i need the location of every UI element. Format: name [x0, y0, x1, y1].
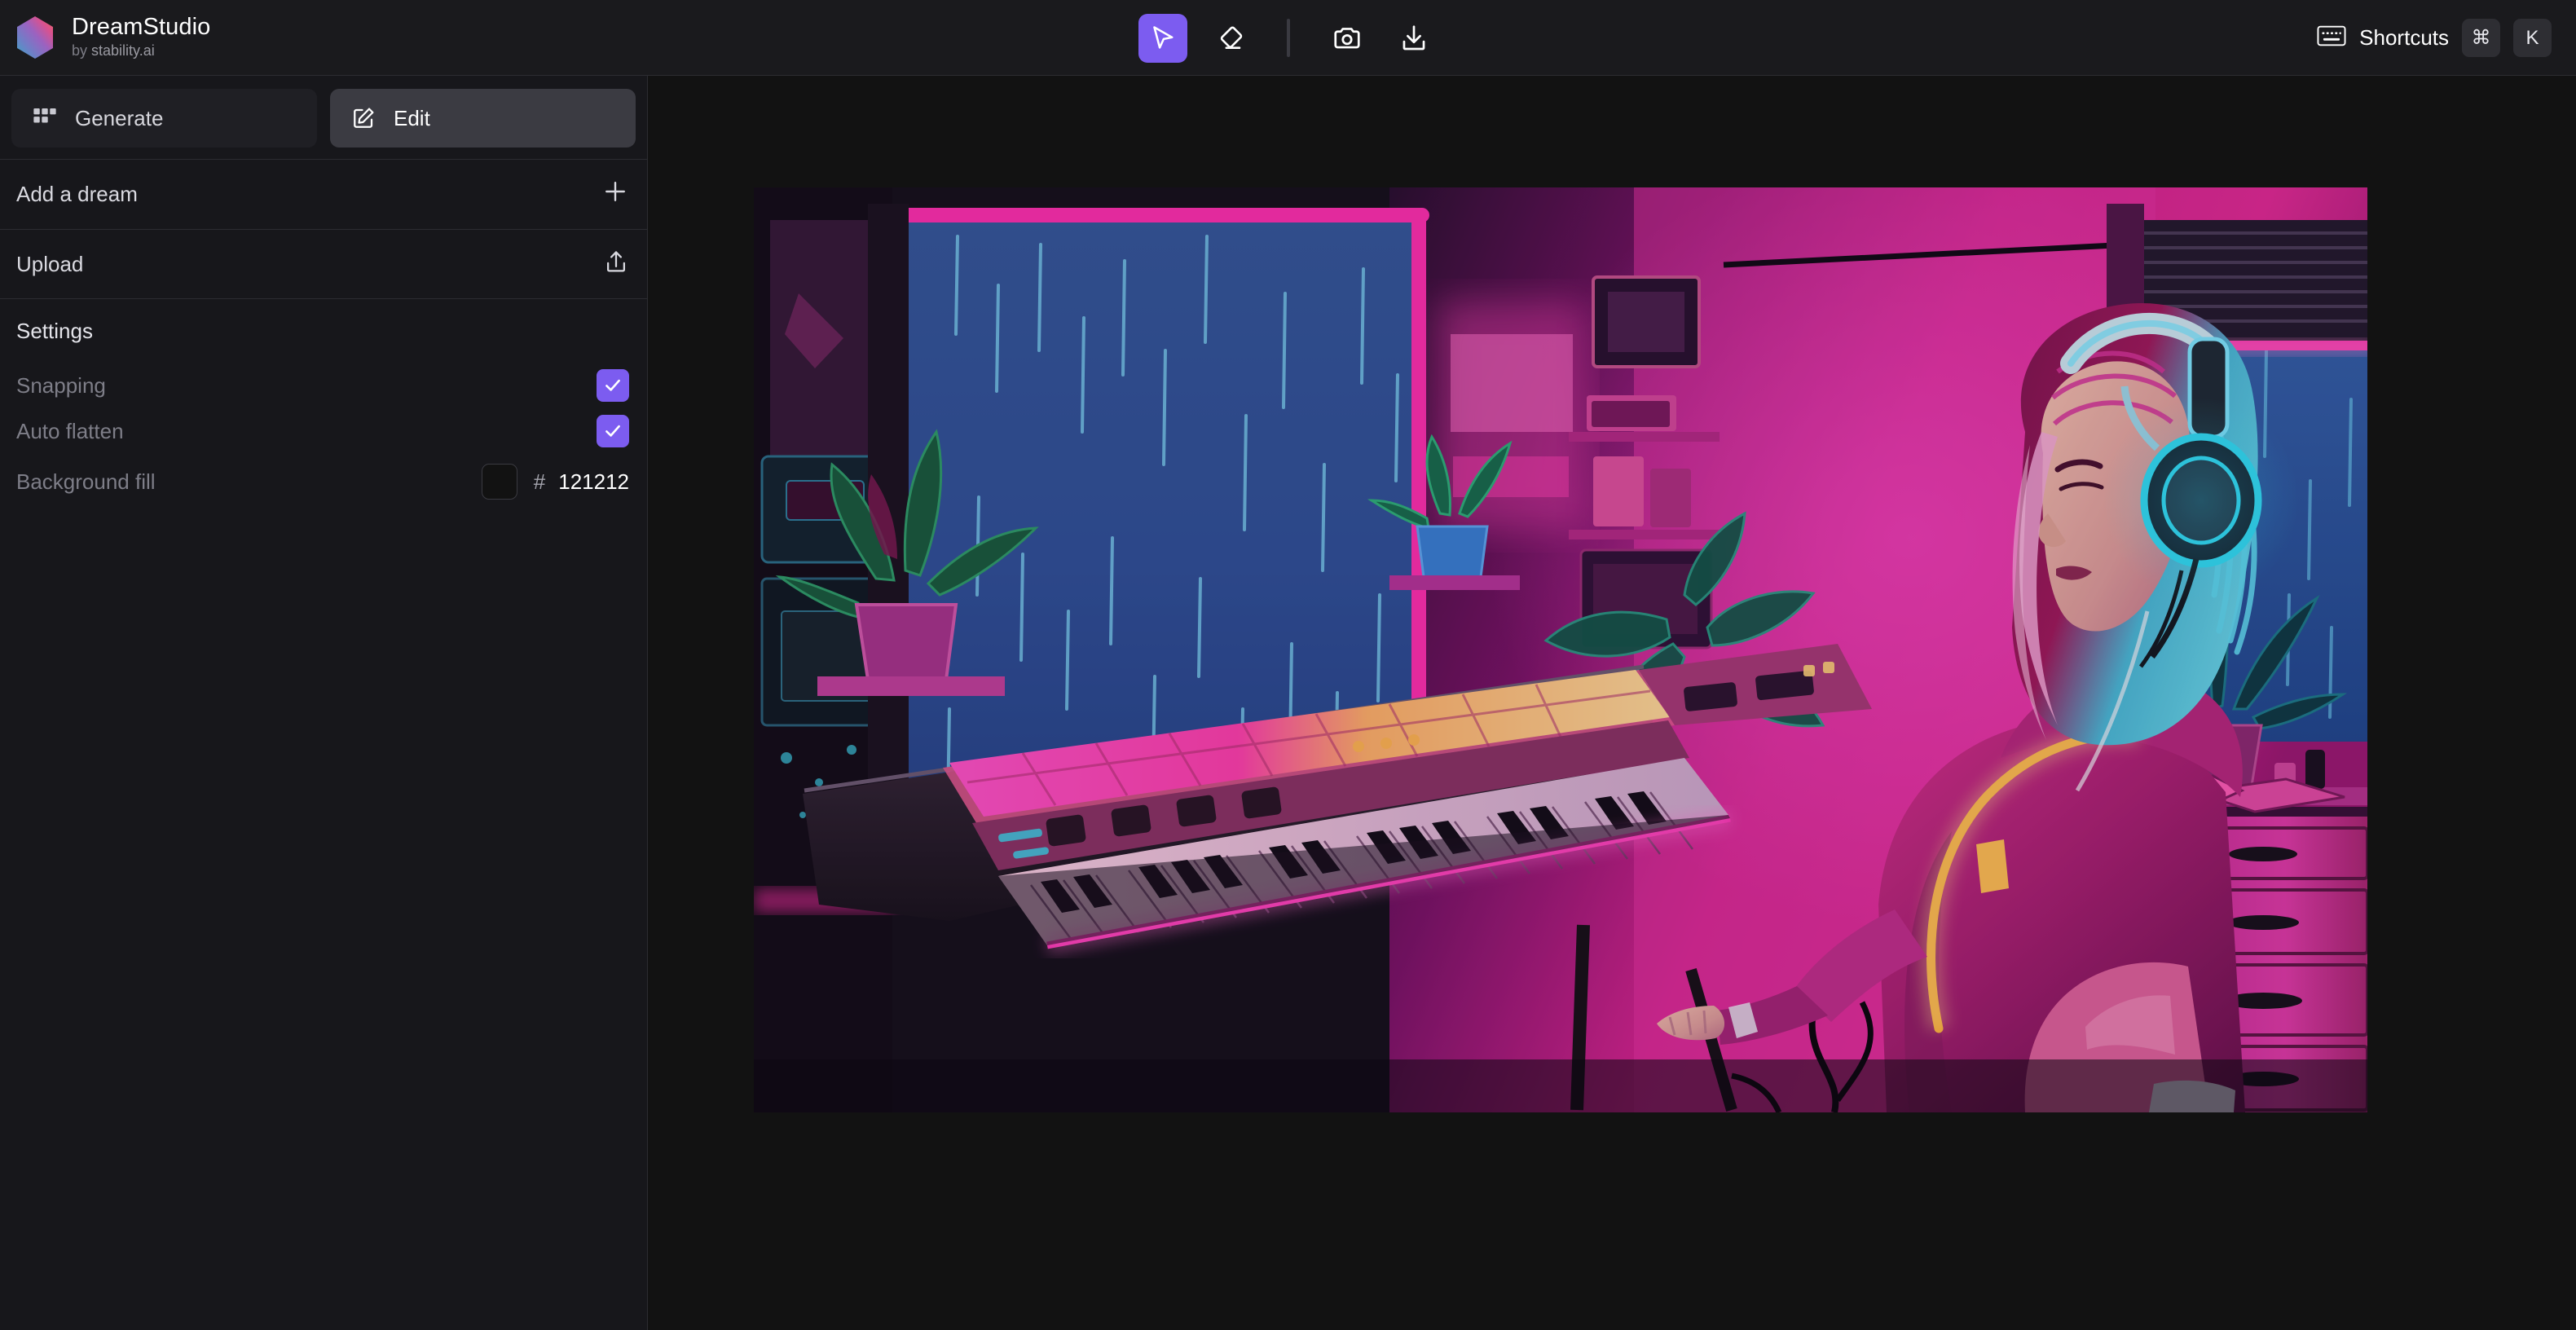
auto-flatten-checkbox[interactable] [597, 415, 629, 447]
app-title: DreamStudio [72, 14, 211, 41]
setting-auto-flatten[interactable]: Auto flatten [0, 408, 647, 454]
grid-icon [33, 106, 57, 130]
sidebar: Generate Edit Add a dream Upload Setting… [0, 76, 648, 1330]
kbd-k[interactable]: K [2513, 19, 2552, 57]
background-fill-label: Background fill [16, 469, 156, 494]
setting-snapping[interactable]: Snapping [0, 363, 647, 408]
add-a-dream-row[interactable]: Add a dream [0, 159, 647, 229]
app-subtitle-brand: stability.ai [91, 42, 155, 59]
upload-icon[interactable] [603, 249, 629, 280]
add-a-dream-label: Add a dream [16, 182, 138, 206]
eraser-icon [1215, 24, 1244, 53]
setting-auto-flatten-label: Auto flatten [16, 418, 124, 443]
tab-edit-label: Edit [394, 105, 430, 130]
artwork-illustration [754, 187, 2367, 1112]
cursor-arrow-icon [1148, 24, 1178, 53]
sidebar-tabs: Generate Edit [0, 76, 647, 159]
tab-generate[interactable]: Generate [11, 89, 317, 148]
shortcuts-button[interactable]: Shortcuts ⌘ K [2317, 0, 2552, 76]
setting-snapping-label: Snapping [16, 372, 106, 398]
background-fill-swatch[interactable] [481, 464, 517, 500]
keyboard-icon [2317, 24, 2346, 51]
hexagon-gradient-icon [15, 15, 55, 59]
artwork-layer[interactable] [754, 187, 2367, 1112]
hex-prefix: # [533, 469, 546, 494]
settings-title: Settings [16, 318, 93, 343]
plus-icon[interactable] [601, 178, 629, 211]
tab-edit[interactable]: Edit [330, 89, 636, 148]
camera-icon [1332, 23, 1363, 54]
download-tool-button[interactable] [1389, 14, 1438, 63]
toolbar-divider [1286, 19, 1290, 57]
background-fill-hex-value[interactable]: 121212 [558, 469, 629, 495]
brand: DreamStudio by stability.ai [0, 15, 648, 60]
top-bar: DreamStudio by stability.ai Shortcuts ⌘ … [0, 0, 2576, 76]
kbd-command[interactable]: ⌘ [2462, 19, 2500, 57]
app-subtitle-prefix: by [72, 42, 88, 59]
capture-tool-button[interactable] [1323, 14, 1372, 63]
snapping-checkbox[interactable] [597, 369, 629, 402]
shortcuts-label: Shortcuts [2359, 25, 2449, 50]
pencil-square-icon [351, 106, 376, 130]
upload-row[interactable]: Upload [0, 229, 647, 299]
eraser-tool-button[interactable] [1205, 14, 1254, 63]
setting-background-fill: Background fill # 121212 [0, 454, 647, 509]
download-icon [1398, 23, 1429, 54]
canvas-area[interactable] [649, 76, 2576, 1330]
tab-generate-label: Generate [75, 105, 164, 130]
app-subtitle: by stability.ai [72, 42, 210, 60]
upload-label: Upload [16, 251, 84, 276]
select-tool-button[interactable] [1138, 13, 1187, 63]
